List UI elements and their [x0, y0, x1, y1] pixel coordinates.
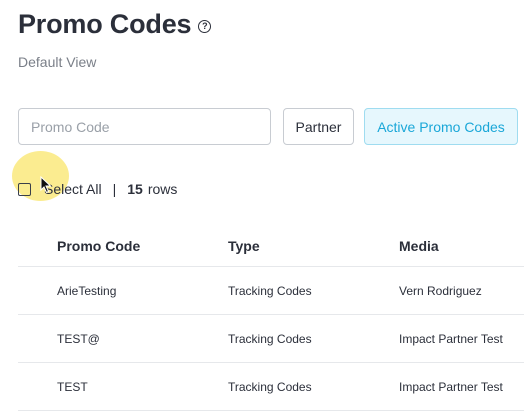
promo-code-cell[interactable]: TEST@ — [57, 315, 100, 362]
promo-code-cell[interactable]: ArieTesting — [57, 267, 116, 314]
media-cell: Impact Partner Test — [399, 331, 503, 346]
rows-suffix: rows — [147, 181, 178, 197]
type-cell: Tracking Codes — [228, 331, 312, 346]
promo-code-cell[interactable]: TEST — [57, 363, 88, 410]
separator: | — [112, 181, 117, 197]
active-promo-codes-filter-button[interactable]: Active Promo Codes — [364, 108, 518, 145]
column-header-type[interactable]: Type — [228, 226, 260, 266]
table-row[interactable]: ArieTesting Tracking Codes Vern Rodrigue… — [18, 267, 524, 315]
column-header-media[interactable]: Media — [399, 226, 439, 266]
type-cell: Tracking Codes — [228, 283, 312, 298]
column-header-promo-code[interactable]: Promo Code — [57, 226, 140, 266]
question-circle-icon[interactable]: ? — [198, 20, 212, 33]
media-cell: Impact Partner Test — [399, 379, 503, 394]
select-all-label[interactable]: Select All — [44, 181, 102, 197]
page-title: Promo Codes — [18, 9, 192, 39]
promo-codes-table: Promo Code Type Media ArieTesting Tracki… — [18, 226, 524, 411]
view-name[interactable]: Default View — [18, 54, 96, 70]
table-row[interactable]: TEST@ Tracking Codes Impact Partner Test — [18, 315, 524, 363]
partner-filter-button[interactable]: Partner — [283, 108, 354, 145]
select-all-checkbox[interactable] — [18, 182, 31, 196]
promo-code-search-input[interactable] — [18, 108, 271, 145]
table-header: Promo Code Type Media — [18, 226, 524, 267]
media-cell: Vern Rodriguez — [399, 283, 482, 298]
page-header: Promo Codes ? — [18, 9, 212, 40]
table-row[interactable]: TEST Tracking Codes Impact Partner Test — [18, 363, 524, 411]
type-cell: Tracking Codes — [228, 379, 312, 394]
rows-count: 15 — [127, 181, 143, 197]
mouse-pointer-icon — [40, 176, 52, 194]
